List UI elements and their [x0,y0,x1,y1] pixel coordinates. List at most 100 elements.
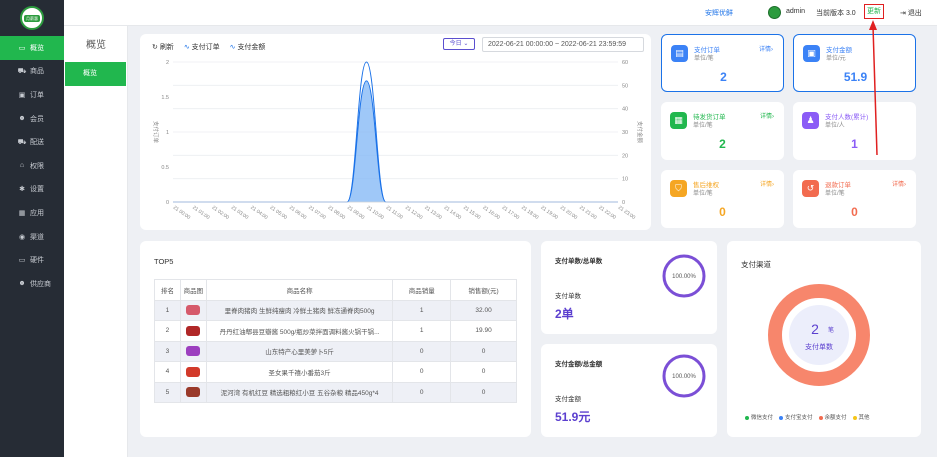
sidebar-item-4[interactable]: ⛟ 配送 [0,130,64,154]
amount-cell: 0 [450,381,517,403]
amount-area [173,80,618,202]
sidebar-item-10[interactable]: ☻ 供应商 [0,272,64,296]
stat-detail-link[interactable]: 详情› [759,44,773,53]
pay-amount-label: 支付金额 [555,396,581,403]
table-row[interactable]: 5 泥河湾 有机红豆 精选粗粮红小豆 五谷杂粮 精品450g*4 0 0 [154,381,517,403]
table-row[interactable]: 4 圣女果千禧小番茄3斤 0 0 [154,361,517,383]
sidebar-item-3[interactable]: ☻ 会员 [0,107,64,131]
product-thumbnail[interactable] [186,366,201,377]
stat-card[interactable]: ↺ 退款订单 单位/笔 详情› 0 [793,170,916,228]
order-icon: ▣ [18,91,26,99]
x-tick-label: 21 09:00 [346,205,366,221]
table-row[interactable]: 3 山东特产心里美萝卜5斤 0 0 [154,340,517,362]
brand-logo[interactable]: 月薪惠 [20,6,44,30]
sidebar-item-5[interactable]: ⌂ 权限 [0,154,64,178]
x-tick-label: 21 22:00 [598,205,618,221]
stat-card[interactable]: ▣ 支付金额 单位/元 51.9 [793,34,916,92]
logo-text: 月薪惠 [24,14,40,22]
product-thumbnail[interactable] [186,346,201,357]
top5-title: TOP5 [154,257,174,266]
column-header: 排名 [154,279,181,301]
product-name-cell: 丹丹红油郫县豆瓣酱 500g/瓶炒菜拌面调料酱火锅干锅... [205,320,394,342]
stat-card[interactable]: ♟ 支付人数(累计) 单位/人 1 [793,102,916,160]
legend-item[interactable]: 支付宝支付 [779,413,813,421]
top5-card: TOP5 排名 商品图 商品名称 商品销量 销售额(元) 1 里脊肉猪肉 生鲜纯瘦肉 冷鲜… [140,241,531,437]
product-name-cell: 圣女果千禧小番茄3斤 [205,361,394,383]
stat-value: 1 [851,137,858,151]
stat-detail-link[interactable]: 详情› [760,111,774,120]
y-right-tick-label: 30 [622,130,628,136]
ring-label: 100.00% [672,374,696,380]
x-tick-label: 21 04:00 [249,205,269,221]
product-thumbnail[interactable] [186,387,201,398]
avatar[interactable] [768,6,781,19]
channel-icon: ◉ [18,233,26,241]
quantity-cell: 0 [392,381,452,403]
sidebar-item-2[interactable]: ▣ 订单 [0,83,64,107]
legend-item[interactable]: 余额支付 [818,413,847,421]
sidebar-item-label: 会员 [30,115,44,123]
stat-card[interactable]: ⛉ 售后维权 单位/笔 详情› 0 [661,170,784,228]
amount-line [173,80,618,203]
sidebar-item-label: 配送 [30,139,44,147]
username[interactable]: admin [786,8,805,15]
top5-table: 排名 商品图 商品名称 商品销量 销售额(元) 1 里脊肉猪肉 生鲜纯瘦肉 冷鲜土猪肉 鲜… [154,279,517,403]
legend-item[interactable]: 微信支付 [745,413,773,421]
stat-unit: 单位/笔 [693,191,713,197]
product-name-cell: 山东特产心里美萝卜5斤 [205,340,394,362]
stat-value: 0 [851,205,858,219]
subnav-item-overview[interactable]: 概览 [65,62,126,86]
x-tick-label: 21 02:00 [211,205,231,221]
rank-cell: 3 [154,340,181,362]
quantity-cell: 0 [392,361,452,383]
stat-detail-link[interactable]: 详情› [892,179,906,188]
stat-card[interactable]: ▤ 支付订单 单位/笔 详情› 2 [661,34,784,92]
x-tick-label: 21 16:00 [481,205,501,221]
sidebar-item-1[interactable]: ⛟ 商品 [0,60,64,84]
column-header: 商品图 [179,279,207,301]
product-thumbnail[interactable] [186,325,201,336]
stat-detail-link[interactable]: 详情› [760,179,774,188]
legend-label: 微信支付 [751,415,774,421]
shield-icon: ⛉ [670,180,687,197]
x-tick-label: 21 11:00 [385,205,404,221]
channel-count: 2 [811,321,819,337]
refund-icon: ↺ [802,180,819,197]
store-link[interactable]: 安辉优鲜 [705,8,733,18]
sidebar-item-label: 渠道 [30,233,44,241]
sidebar-item-label: 概览 [30,44,44,52]
y-right-axis-label: 支付金额 [636,121,644,144]
product-thumbnail[interactable] [186,305,201,316]
settings-icon: ✱ [19,186,25,194]
update-button[interactable]: 更新 [864,4,884,19]
donut-center [789,305,849,365]
sidebar-item-7[interactable]: ▦ 应用 [0,201,64,225]
logout-button[interactable]: ⇥ 退出 [900,8,922,18]
legend-item[interactable]: 其他 [852,413,870,421]
stat-card[interactable]: ▦ 待发货订单 单位/笔 详情› 2 [661,102,784,160]
x-tick-label: 21 05:00 [269,205,289,221]
product-image-cell [179,340,207,362]
sidebar-item-label: 硬件 [30,257,44,265]
table-header: 排名 商品图 商品名称 商品销量 销售额(元) [154,279,517,301]
trend-chart-card: ↻ 刷新 ∿ 支付订单 ∿ 支付金额 今日 ⌄ 2022-06-21 00:00… [140,34,651,230]
rank-cell: 4 [154,361,181,383]
table-row[interactable]: 1 里脊肉猪肉 生鲜纯瘦肉 冷鲜土猪肉 鲜冻通脊肉500g 1 32.00 [154,299,517,321]
main-sidebar: 月薪惠 ▭ 概览 ⛟ 商品 ▣ 订单 ☻ 会员 ⛟ 配送 ⌂ 权限 ✱ 设置 ▦ 应用 ◉ 渠道 ▭ 硬件 ☻ 供应商 [0,0,64,457]
amount-cell: 32.00 [450,299,517,321]
sidebar-item-label: 订单 [30,91,44,99]
sidebar-item-0[interactable]: ▭ 概览 [0,36,64,60]
table-row[interactable]: 2 丹丹红油郫县豆瓣酱 500g/瓶炒菜拌面调料酱火锅干锅... 1 19.90 [154,320,517,342]
sidebar-item-8[interactable]: ◉ 渠道 [0,225,64,249]
y-left-tick-label: 2 [166,60,169,66]
stat-unit: 单位/笔 [693,123,713,129]
sidebar-item-6[interactable]: ✱ 设置 [0,178,64,202]
product-image-cell [179,361,207,383]
sidebar-item-label: 供应商 [30,280,51,288]
pay-amount-value: 51.9元 [555,410,591,424]
pay-orders-card: 支付单数/总单数 支付单数 2单 100.00% [541,241,717,334]
channel-legend: 微信支付 支付宝支付 余额支付 其他 [745,413,870,421]
pay-orders-value: 2单 [555,307,574,321]
column-header: 商品销量 [392,279,452,301]
sidebar-item-9[interactable]: ▭ 硬件 [0,248,64,272]
